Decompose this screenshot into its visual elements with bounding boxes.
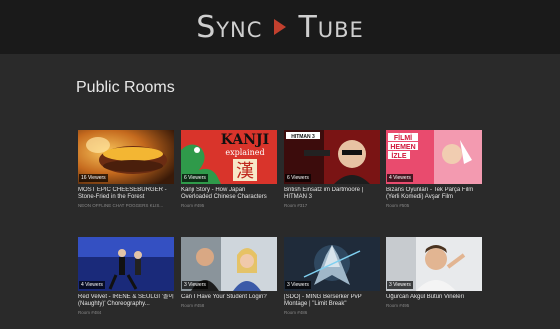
thumb-text-2: HEMEN [390, 144, 415, 151]
room-title[interactable]: Kanji Story - How Japan Overloaded Chine… [181, 187, 277, 201]
room-card[interactable]: 3 Viewers [SDO] - MING Berserker PvP Mon… [284, 237, 380, 315]
top-bar: Sync Tube [0, 0, 560, 54]
synctube-logo[interactable]: Sync Tube [196, 10, 364, 45]
room-title[interactable]: British Einsatz im Dartmoore | HITMAN 3 [284, 187, 380, 201]
svg-text:漢: 漢 [236, 161, 254, 182]
room-thumbnail[interactable]: KANJI explained 漢 6 Viewers [181, 130, 277, 184]
play-icon [274, 19, 287, 35]
room-thumbnail[interactable]: 3 Viewers [386, 237, 482, 291]
room-subtitle: Room #495 [386, 303, 410, 308]
room-card[interactable]: KANJI explained 漢 6 Viewers Kanji Story … [181, 130, 277, 208]
room-card[interactable]: 3 Viewers Can I Have Your Student Login?… [181, 237, 277, 308]
room-thumbnail[interactable]: HITMAN 3 6 Viewers [284, 130, 380, 184]
viewer-count-badge: 3 Viewers [182, 281, 208, 289]
room-card[interactable]: 4 Viewers Red Velvet - IRENE & SEULGI '놀… [78, 237, 174, 315]
viewer-count-badge: 4 Viewers [387, 174, 413, 182]
room-thumbnail[interactable]: 4 Viewers [78, 237, 174, 291]
room-thumbnail[interactable]: 3 Viewers [284, 237, 380, 291]
thumb-text-1: FİLMİ [394, 134, 412, 142]
viewer-count-badge: 6 Viewers [182, 174, 208, 182]
logo-text-right: Tube [298, 9, 364, 45]
room-title[interactable]: Can I Have Your Student Login? [181, 294, 277, 301]
room-title[interactable]: Uğurcan Akgül Bütün Vineleri [386, 294, 482, 301]
logo-text-left: Sync [196, 9, 263, 45]
room-subtitle: Room #484 [78, 310, 102, 315]
room-card[interactable]: HITMAN 3 6 Viewers British Einsatz im Da… [284, 130, 380, 208]
viewer-count-badge: 4 Viewers [79, 281, 105, 289]
room-thumbnail[interactable]: FİLMİ HEMEN İZLE 4 Viewers [386, 130, 482, 184]
room-title[interactable]: MOST EPIC CHEESEBURGER - Stone-Fried in … [78, 187, 174, 201]
room-card[interactable]: FİLMİ HEMEN İZLE 4 Viewers Bizans Oyunla… [386, 130, 482, 208]
room-title[interactable]: [SDO] - MING Berserker PvP Montage | "Li… [284, 294, 380, 308]
room-subtitle: Room #458 [181, 303, 205, 308]
room-subtitle: Room #505 [386, 203, 410, 208]
room-subtitle: Room #495 [181, 203, 205, 208]
room-title[interactable]: Bizans Oyunları - Tek Parça Film (Yerli … [386, 187, 482, 201]
thumb-text-3: İZLE [391, 152, 406, 160]
room-card[interactable]: 16 Viewers MOST EPIC CHEESEBURGER - Ston… [78, 130, 174, 208]
thumb-text-explained: explained [225, 148, 264, 157]
section-title: Public Rooms [76, 79, 175, 96]
room-thumbnail[interactable]: 3 Viewers [181, 237, 277, 291]
viewer-count-badge: 16 Viewers [79, 174, 108, 182]
room-subtitle: Room #317 [284, 203, 308, 208]
room-subtitle: Room #486 [284, 310, 308, 315]
room-thumbnail[interactable]: 16 Viewers [78, 130, 174, 184]
room-card[interactable]: 3 Viewers Uğurcan Akgül Bütün Vineleri R… [386, 237, 482, 308]
thumb-text-kanji: KANJI [221, 132, 269, 148]
room-subtitle: NEON OFFLINE CHAT POGGERS KLIS... [78, 203, 164, 208]
room-title[interactable]: Red Velvet - IRENE & SEULGI '놀이 (Naughty… [78, 294, 174, 308]
viewer-count-badge: 3 Viewers [285, 281, 311, 289]
thumb-text-hitman: HITMAN 3 [291, 134, 315, 140]
viewer-count-badge: 6 Viewers [285, 174, 311, 182]
viewer-count-badge: 3 Viewers [387, 281, 413, 289]
